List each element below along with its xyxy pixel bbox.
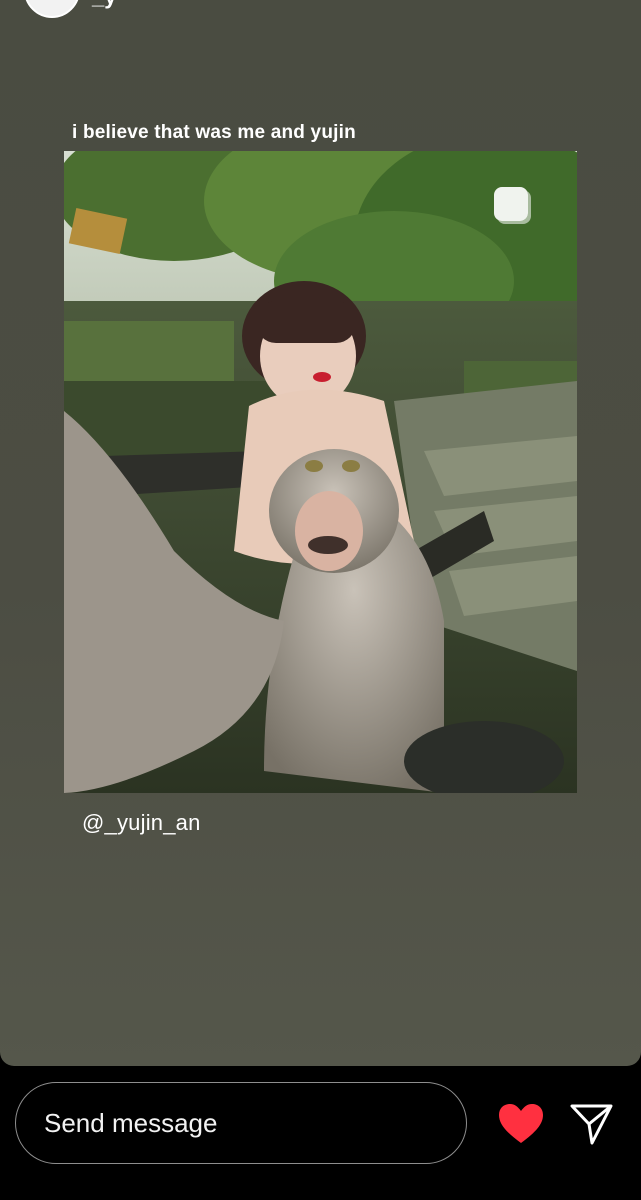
story-caption: i believe that was me and yujin	[72, 122, 356, 143]
mention-sticker[interactable]: @_yujin_an	[82, 810, 201, 836]
story-view[interactable]: _y i believe that was me and yujin	[0, 0, 641, 1066]
selection-box-icon	[494, 187, 528, 221]
send-icon[interactable]	[569, 1101, 615, 1147]
profile-avatar[interactable]	[24, 0, 80, 18]
photo-icon	[64, 151, 577, 793]
username[interactable]: _y	[92, 0, 116, 10]
send-message-input[interactable]	[15, 1082, 467, 1164]
heart-icon[interactable]	[498, 1103, 544, 1145]
story-photo	[64, 151, 577, 793]
